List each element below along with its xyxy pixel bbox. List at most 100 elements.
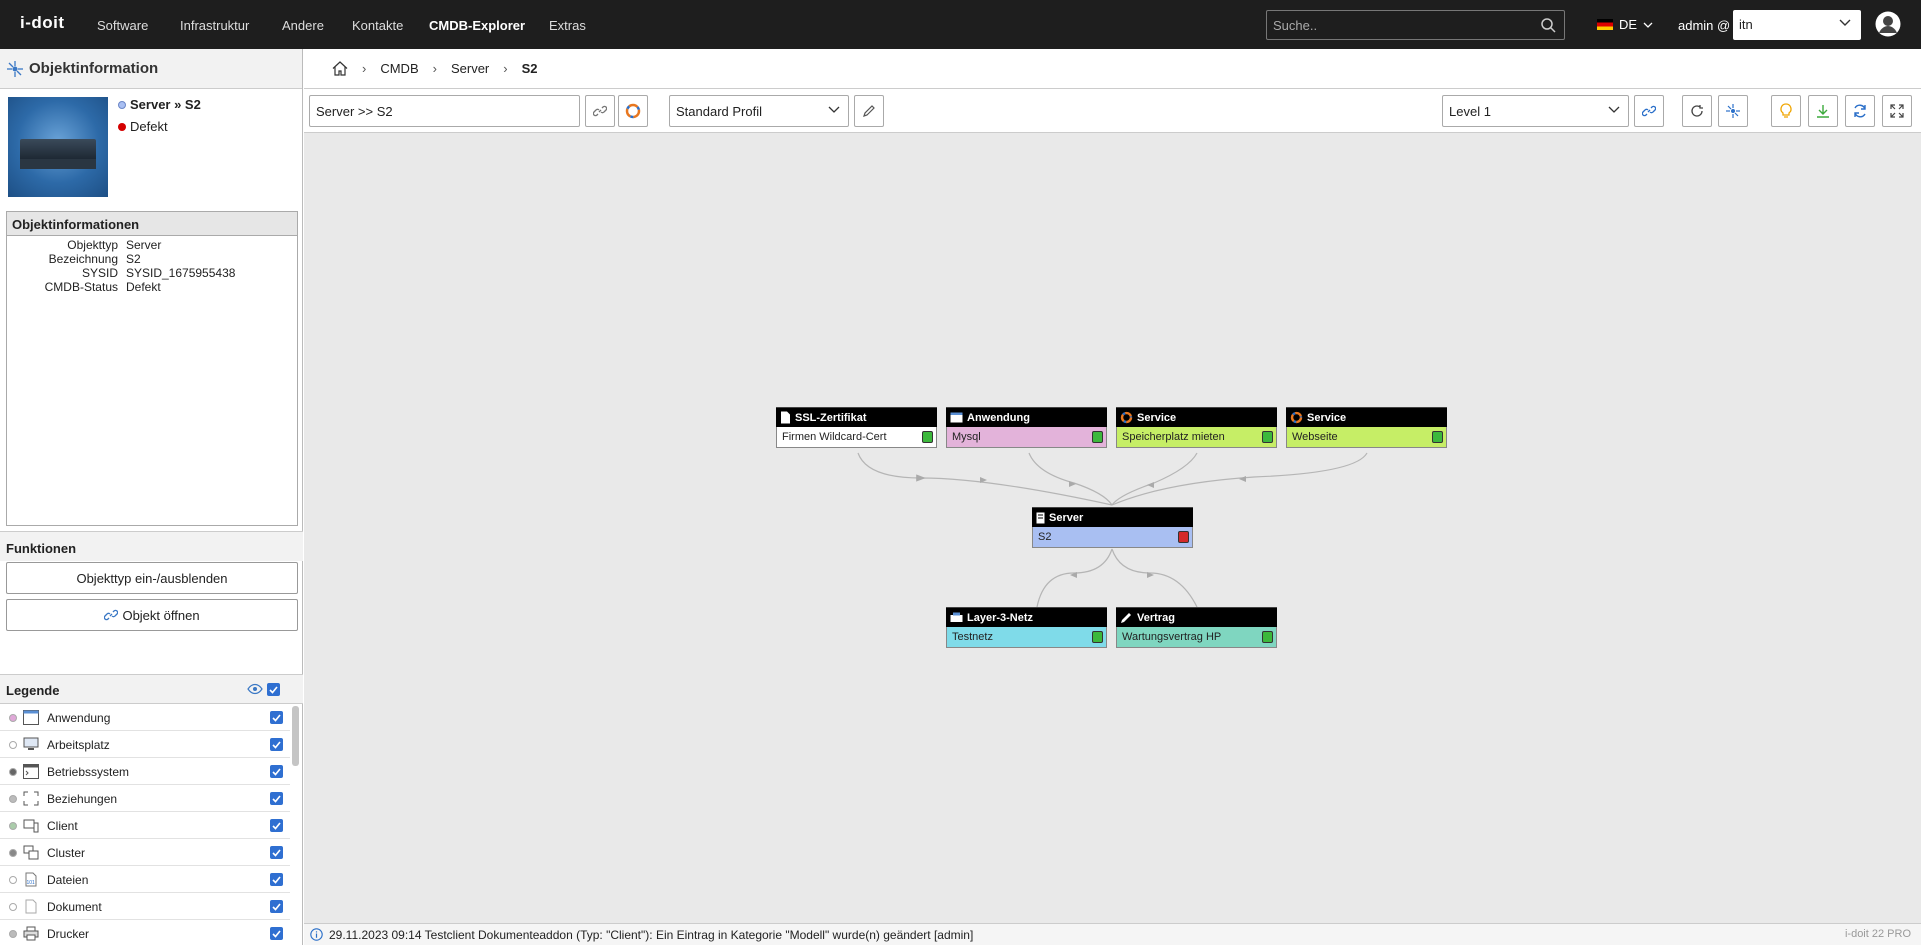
fullscreen-button[interactable] [1882, 95, 1912, 127]
object-info-box: Objektinformationen Objekttyp Server Beze… [6, 211, 298, 526]
legend-item-dateien[interactable]: 101 Dateien [0, 866, 290, 893]
nav-item-extras[interactable]: Extras [549, 18, 586, 33]
tenant-select[interactable]: itn [1733, 10, 1861, 40]
legend-color-dot [9, 822, 17, 830]
sync-button[interactable] [1845, 95, 1875, 127]
legend-scrollbar[interactable] [292, 706, 299, 766]
legend-item-betriebssystem[interactable]: Betriebssystem [0, 758, 290, 785]
functions-header: Funktionen [0, 531, 303, 561]
link-object-button[interactable] [585, 95, 615, 127]
legend-item-arbeitsplatz[interactable]: Arbeitsplatz [0, 731, 290, 758]
legend-item-cluster[interactable]: Cluster [0, 839, 290, 866]
nav-item-cmdb-explorer[interactable]: CMDB-Explorer [429, 18, 525, 33]
breadcrumb-item-cmdb[interactable]: CMDB [380, 61, 418, 76]
legend-checkbox[interactable] [270, 900, 283, 913]
graph-node-ssl[interactable]: SSL-Zertifikat Firmen Wildcard-Cert [776, 407, 937, 448]
chevron-down-icon [1839, 19, 1851, 26]
status-message[interactable]: 29.11.2023 09:14 Testclient Dokumenteadd… [329, 928, 973, 942]
profile-select[interactable]: Standard Profil [669, 95, 849, 127]
level-link-button[interactable] [1634, 95, 1664, 127]
object-type-dot [118, 100, 126, 109]
legend-item-anwendung[interactable]: Anwendung [0, 704, 290, 731]
explorer-view-button[interactable] [1718, 95, 1748, 127]
node-status-indicator [922, 431, 933, 443]
legend-color-dot [9, 930, 17, 938]
object-status: Defekt [118, 119, 168, 134]
breadcrumb: › CMDB › Server › S2 [304, 49, 1921, 89]
legend-label: Betriebssystem [47, 765, 130, 779]
graph-node-svc1[interactable]: Service Speicherplatz mieten [1116, 407, 1277, 448]
legend-item-drucker[interactable]: Drucker [0, 920, 290, 945]
app-logo[interactable]: i-doit [20, 13, 65, 33]
legend-item-beziehungen[interactable]: Beziehungen [0, 785, 290, 812]
legend-item-dokument[interactable]: Dokument [0, 893, 290, 920]
node-header: Service [1286, 407, 1447, 427]
home-icon[interactable] [332, 61, 348, 76]
edge-server-contract [1111, 548, 1198, 608]
panel-title: Objektinformation [29, 60, 159, 77]
breadcrumb-item-server[interactable]: Server [451, 61, 489, 76]
legend-checkbox[interactable] [270, 711, 283, 724]
legend-item-client[interactable]: Client [0, 812, 290, 839]
legend-color-dot [9, 903, 17, 911]
reload-button[interactable] [1682, 95, 1712, 127]
graph-node-app[interactable]: Anwendung Mysql [946, 407, 1107, 448]
graph-node-srv[interactable]: Server S2 [1032, 507, 1193, 548]
legend-checkbox[interactable] [270, 927, 283, 940]
info-key: Objekttyp [67, 238, 118, 252]
legend-checkbox[interactable] [270, 846, 283, 859]
legend-checkbox[interactable] [270, 819, 283, 832]
search-input[interactable] [1267, 11, 1527, 39]
node-type: Layer-3-Netz [967, 611, 1034, 624]
user-avatar-icon[interactable] [1875, 11, 1901, 37]
printer-icon [23, 926, 39, 941]
svg-text:101: 101 [27, 880, 36, 886]
legend-color-dot [9, 795, 17, 803]
toggle-object-type-button[interactable]: Objekttyp ein-/ausblenden [6, 562, 298, 594]
level-select[interactable]: Level 1 [1442, 95, 1629, 127]
object-field[interactable]: Server >> S2 [309, 95, 580, 127]
info-row: CMDB-Status Defekt [7, 280, 297, 294]
language-selector[interactable]: DE [1597, 17, 1653, 32]
info-row: SYSID SYSID_1675955438 [7, 266, 297, 280]
graph-node-net[interactable]: Layer-3-Netz Testnetz [946, 607, 1107, 648]
legend-checkbox[interactable] [270, 738, 283, 751]
node-header: Anwendung [946, 407, 1107, 427]
info-value: Server [126, 238, 162, 252]
legend-select-all-checkbox[interactable] [267, 683, 280, 696]
info-row: Bezeichnung S2 [7, 252, 297, 266]
legend-checkbox[interactable] [270, 873, 283, 886]
breadcrumb-current: S2 [521, 61, 538, 76]
language-code: DE [1619, 17, 1638, 32]
nav-item-software[interactable]: Software [97, 18, 148, 33]
legend-checkbox[interactable] [270, 792, 283, 805]
eye-icon[interactable] [247, 683, 263, 695]
chevron-down-icon [1608, 106, 1620, 113]
node-body: Testnetz [946, 627, 1107, 648]
graph-node-svc2[interactable]: Service Webseite [1286, 407, 1447, 448]
node-header: Service [1116, 407, 1277, 427]
graph-node-ctr[interactable]: Vertrag Wartungsvertrag HP [1116, 607, 1277, 648]
edit-profile-button[interactable] [854, 95, 884, 127]
workstation-icon [23, 737, 39, 752]
top-navigation-bar: i-doit Software Infrastruktur Andere Kon… [0, 0, 1921, 49]
legend-checkbox[interactable] [270, 765, 283, 778]
info-value: SYSID_1675955438 [126, 266, 236, 280]
server-icon [1036, 512, 1045, 524]
service-icon [1290, 411, 1303, 424]
nav-item-infrastruktur[interactable]: Infrastruktur [180, 18, 249, 33]
contract-icon [1120, 612, 1133, 624]
service-filter-button[interactable] [618, 95, 648, 127]
pencil-icon [863, 105, 875, 117]
chevron-right-icon: › [432, 61, 437, 76]
nav-item-andere[interactable]: Andere [282, 18, 324, 33]
info-header: Objektinformationen [7, 212, 297, 236]
open-object-button[interactable]: Objekt öffnen [6, 599, 298, 631]
nav-item-kontakte[interactable]: Kontakte [352, 18, 403, 33]
explorer-canvas[interactable]: SSL-Zertifikat Firmen Wildcard-Cert Anwend… [304, 133, 1921, 923]
export-button[interactable] [1808, 95, 1838, 127]
tips-button[interactable] [1771, 95, 1801, 127]
network-icon [950, 612, 963, 623]
search-icon[interactable] [1540, 17, 1556, 33]
chevron-right-icon: › [503, 61, 508, 76]
